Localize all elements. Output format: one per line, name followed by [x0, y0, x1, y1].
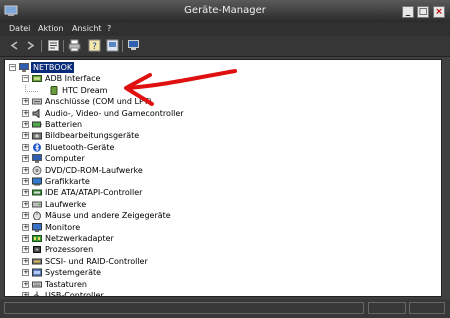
display-adapter-icon — [32, 177, 42, 186]
device-label: Computer — [45, 154, 85, 164]
device-label: Bluetooth-Geräte — [45, 142, 115, 152]
print-icon[interactable] — [68, 39, 81, 52]
forward-icon[interactable] — [24, 39, 37, 52]
device-label: Systemgeräte — [45, 268, 102, 278]
device-label: Tastaturen — [45, 279, 87, 289]
ide-icon — [32, 189, 42, 196]
toolbar: ? — [0, 36, 450, 57]
menu-datei[interactable]: Datei — [9, 24, 30, 33]
device-label: SCSI- und RAID-Controller — [45, 256, 148, 266]
keyboard-icon — [32, 281, 42, 288]
cpu-icon — [33, 246, 41, 254]
expand-toggle[interactable]: + — [22, 280, 29, 288]
scsi-icon — [32, 258, 42, 265]
port-icon — [32, 98, 42, 105]
expand-toggle[interactable]: + — [22, 155, 29, 163]
device-label: Audio-, Video- und Gamecontroller — [45, 108, 184, 118]
audio-icon — [32, 108, 40, 118]
minimize-button[interactable]: _ — [402, 6, 414, 18]
expand-toggle[interactable]: + — [22, 235, 29, 242]
help-icon[interactable]: ? — [88, 39, 101, 52]
network-icon — [32, 235, 42, 242]
usb-icon — [33, 291, 40, 296]
device-label: Bildbearbeitungsgeräte — [45, 131, 140, 141]
expand-toggle[interactable]: + — [22, 212, 29, 220]
battery-icon — [32, 121, 42, 128]
device-label: HTC Dream — [62, 85, 108, 95]
status-bar — [0, 299, 450, 318]
camera-icon — [32, 132, 42, 140]
device-label: Batterien — [45, 120, 83, 129]
expand-toggle[interactable]: + — [22, 246, 29, 254]
expand-toggle[interactable]: + — [22, 166, 29, 174]
menu-aktion[interactable]: Aktion — [38, 24, 63, 33]
adb-icon — [32, 75, 42, 83]
computer-icon — [32, 154, 42, 164]
computer-icon[interactable] — [127, 39, 140, 52]
device-label: Grafikkarte — [45, 177, 90, 186]
status-panel-3 — [409, 302, 445, 314]
collapse-toggle[interactable]: − — [22, 75, 29, 83]
menu-ansicht[interactable]: Ansicht — [72, 24, 102, 33]
device-label: Netzwerkadapter — [45, 234, 114, 243]
toolbar-separator — [122, 40, 123, 52]
expand-toggle[interactable]: + — [22, 121, 29, 128]
expand-toggle[interactable]: + — [22, 223, 29, 231]
device-label: Anschlüsse (COM und LPT) — [45, 97, 152, 107]
device-label: Mäuse und andere Zeigegeräte — [45, 211, 171, 221]
computer-icon — [19, 63, 29, 72]
drive-icon — [32, 201, 42, 208]
show-hidden-icon[interactable] — [106, 39, 119, 52]
title-bar[interactable]: Geräte-Manager _ □ × — [0, 0, 450, 22]
device-label: USB-Controller — [45, 291, 104, 297]
device-label: ADB Interface — [45, 74, 101, 84]
menu-help[interactable]: ? — [107, 24, 111, 33]
cdrom-icon — [32, 165, 42, 175]
collapse-toggle[interactable]: − — [9, 64, 16, 71]
menu-bar: Datei Aktion Ansicht ? — [0, 22, 450, 36]
expand-toggle[interactable]: + — [22, 292, 29, 296]
device-label: Monitore — [45, 222, 81, 232]
expand-toggle[interactable]: + — [22, 269, 29, 277]
window-title: Geräte-Manager — [184, 5, 266, 16]
expand-toggle[interactable]: + — [22, 143, 29, 151]
mouse-icon — [33, 211, 41, 221]
phone-icon — [50, 85, 58, 95]
status-panel-2 — [368, 302, 406, 314]
expand-toggle[interactable]: + — [22, 257, 29, 265]
expand-toggle[interactable]: + — [22, 189, 29, 197]
svg-text:?: ? — [92, 42, 97, 52]
device-label: IDE ATA/ATAPI-Controller — [45, 188, 143, 198]
monitor-icon — [32, 222, 42, 232]
device-label: DVD/CD-ROM-Laufwerke — [45, 165, 143, 175]
back-icon[interactable] — [8, 39, 21, 52]
device-label: Laufwerke — [45, 199, 87, 209]
status-panel-main — [4, 302, 364, 314]
toolbar-separator — [41, 40, 42, 52]
expand-toggle[interactable]: + — [22, 109, 29, 117]
properties-icon[interactable] — [47, 39, 60, 52]
device-manager-window: Geräte-Manager _ □ × Datei Aktion Ansich… — [0, 0, 450, 318]
close-button[interactable]: × — [433, 6, 445, 18]
maximize-button[interactable]: □ — [417, 6, 429, 18]
device-tree[interactable]: − NETBOOK − ADB Interface HTC Dream + Anschl… — [4, 59, 442, 297]
tree-connector — [25, 84, 38, 92]
toolbar-separator — [63, 40, 64, 52]
system-icon — [32, 268, 42, 277]
expand-toggle[interactable]: + — [22, 200, 29, 208]
bluetooth-icon — [33, 142, 41, 152]
device-label: Prozessoren — [45, 245, 94, 255]
expand-toggle[interactable]: + — [22, 132, 29, 140]
root-label: NETBOOK — [31, 62, 75, 73]
expand-toggle[interactable]: + — [22, 178, 29, 185]
expand-toggle[interactable]: + — [22, 98, 29, 106]
